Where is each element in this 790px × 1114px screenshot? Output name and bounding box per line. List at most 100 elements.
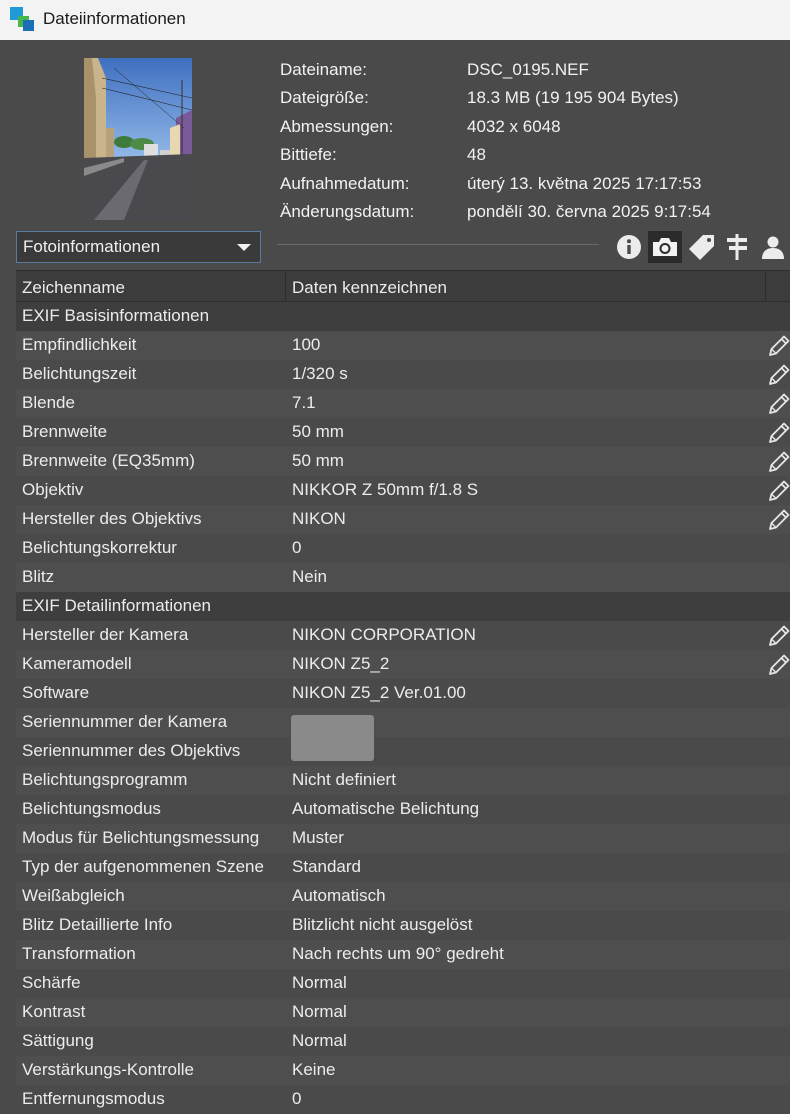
table-row[interactable]: Entfernungsmodus 0 bbox=[16, 1085, 790, 1114]
column-header-name[interactable]: Zeichenname bbox=[22, 278, 125, 298]
property-value: Standard bbox=[292, 857, 361, 876]
property-name: Blitz bbox=[22, 567, 55, 586]
property-value: Automatisch bbox=[292, 886, 386, 905]
chevron-down-icon bbox=[237, 244, 251, 251]
title-bar: Dateiinformationen bbox=[0, 0, 790, 40]
property-value: 50 mm bbox=[292, 422, 344, 441]
property-value: Nach rechts um 90° gedreht bbox=[292, 944, 504, 963]
table-row[interactable]: Belichtungszeit 1/320 s bbox=[16, 360, 790, 389]
property-name: Software bbox=[22, 683, 90, 702]
redacted-serial-numbers bbox=[291, 715, 374, 761]
tag-icon[interactable] bbox=[685, 231, 719, 263]
bitdepth-value: 48 bbox=[467, 145, 486, 164]
table-row[interactable]: Blitz Detaillierte Info Blitzlicht nicht … bbox=[16, 911, 790, 940]
table-row[interactable]: Modus für Belichtungsmessung Muster bbox=[16, 824, 790, 853]
pencil-icon[interactable] bbox=[766, 623, 790, 649]
property-value: Normal bbox=[292, 1002, 347, 1021]
property-name: Belichtungskorrektur bbox=[22, 538, 177, 557]
section-title: EXIF Detailinformationen bbox=[22, 596, 211, 615]
property-name: Hersteller des Objektivs bbox=[22, 509, 202, 528]
signpost-icon[interactable] bbox=[720, 231, 754, 263]
table-row[interactable]: Hersteller der Kamera NIKON CORPORATION bbox=[16, 621, 790, 650]
dimensions-label: Abmessungen: bbox=[280, 117, 394, 136]
info-icon[interactable] bbox=[612, 231, 646, 263]
dimensions-value: 4032 x 6048 bbox=[467, 117, 561, 136]
property-value: 100 bbox=[292, 335, 321, 354]
property-value: Nicht definiert bbox=[292, 770, 396, 789]
section-title: EXIF Basisinformationen bbox=[22, 306, 210, 325]
table-row[interactable]: Brennweite 50 mm bbox=[16, 418, 790, 447]
pencil-icon[interactable] bbox=[766, 478, 790, 504]
property-name: Kontrast bbox=[22, 1002, 86, 1021]
column-header-value[interactable]: Daten kennzeichnen bbox=[292, 278, 447, 298]
table-row[interactable]: Transformation Nach rechts um 90° gedreht bbox=[16, 940, 790, 969]
table-row[interactable]: Brennweite (EQ35mm) 50 mm bbox=[16, 447, 790, 476]
table-row[interactable]: Software NIKON Z5_2 Ver.01.00 bbox=[16, 679, 790, 708]
property-value: NIKON Z5_2 Ver.01.00 bbox=[292, 683, 466, 702]
property-value: Nein bbox=[292, 567, 327, 586]
capture-date-value: úterý 13. května 2025 17:17:53 bbox=[467, 174, 702, 193]
property-value: 0 bbox=[292, 538, 302, 557]
property-name: Blitz Detaillierte Info bbox=[22, 915, 173, 934]
property-value: 7.1 bbox=[292, 393, 316, 412]
property-value: Automatische Belichtung bbox=[292, 799, 480, 818]
property-value: 50 mm bbox=[292, 451, 344, 470]
table-row[interactable]: Seriennummer des Objektivs bbox=[16, 737, 790, 766]
camera-icon[interactable] bbox=[648, 231, 682, 263]
property-name: Modus für Belichtungsmessung bbox=[22, 828, 260, 847]
property-value: NIKON CORPORATION bbox=[292, 625, 476, 644]
table-row[interactable]: Typ der aufgenommenen Szene Standard bbox=[16, 853, 790, 882]
property-name: Kameramodell bbox=[22, 654, 132, 673]
table-row[interactable]: Belichtungskorrektur 0 bbox=[16, 534, 790, 563]
person-icon[interactable] bbox=[756, 231, 790, 263]
property-name: Sättigung bbox=[22, 1031, 94, 1050]
property-name: Seriennummer des Objektivs bbox=[22, 741, 241, 760]
table-row[interactable]: Sättigung Normal bbox=[16, 1027, 790, 1056]
table-row[interactable]: Kameramodell NIKON Z5_2 bbox=[16, 650, 790, 679]
property-name: Objektiv bbox=[22, 480, 84, 499]
property-value: 0 bbox=[292, 1089, 302, 1108]
property-name: Blende bbox=[22, 393, 75, 412]
pencil-icon[interactable] bbox=[766, 420, 790, 446]
property-value: Blitzlicht nicht ausgelöst bbox=[292, 915, 473, 934]
property-name: Seriennummer der Kamera bbox=[22, 712, 228, 731]
modified-date-value: pondělí 30. června 2025 9:17:54 bbox=[467, 202, 711, 221]
pencil-icon[interactable] bbox=[766, 333, 790, 359]
pencil-icon[interactable] bbox=[766, 391, 790, 417]
section-header: EXIF Detailinformationen bbox=[16, 592, 790, 621]
table-row[interactable]: Seriennummer der Kamera bbox=[16, 708, 790, 737]
table-row[interactable]: Blitz Nein bbox=[16, 563, 790, 592]
dropdown-selected-value: Fotoinformationen bbox=[23, 237, 161, 256]
photo-thumbnail bbox=[84, 58, 192, 220]
table-row[interactable]: Belichtungsprogramm Nicht definiert bbox=[16, 766, 790, 795]
table-row[interactable]: Belichtungsmodus Automatische Belichtung bbox=[16, 795, 790, 824]
pencil-icon[interactable] bbox=[766, 652, 790, 678]
app-logo-icon bbox=[10, 7, 36, 33]
table-row[interactable]: Verstärkungs-Kontrolle Keine bbox=[16, 1056, 790, 1085]
info-category-dropdown[interactable]: Fotoinformationen bbox=[16, 231, 261, 263]
bitdepth-label: Bittiefe: bbox=[280, 145, 337, 164]
property-value: Muster bbox=[292, 828, 344, 847]
pencil-icon[interactable] bbox=[766, 507, 790, 533]
pencil-icon[interactable] bbox=[766, 362, 790, 388]
pencil-icon[interactable] bbox=[766, 449, 790, 475]
property-name: Empfindlichkeit bbox=[22, 335, 137, 354]
property-name: Belichtungsmodus bbox=[22, 799, 161, 818]
table-row[interactable]: Kontrast Normal bbox=[16, 998, 790, 1027]
section-header: EXIF Basisinformationen bbox=[16, 302, 790, 331]
property-name: Belichtungsprogramm bbox=[22, 770, 188, 789]
window-title: Dateiinformationen bbox=[43, 9, 186, 28]
property-value: NIKKOR Z 50mm f/1.8 S bbox=[292, 480, 479, 499]
property-name: Entfernungsmodus bbox=[22, 1089, 165, 1108]
table-row[interactable]: Weißabgleich Automatisch bbox=[16, 882, 790, 911]
property-value: Keine bbox=[292, 1060, 336, 1079]
property-name: Brennweite bbox=[22, 422, 108, 441]
property-name: Verstärkungs-Kontrolle bbox=[22, 1060, 194, 1079]
table-row[interactable]: Objektiv NIKKOR Z 50mm f/1.8 S bbox=[16, 476, 790, 505]
table-row[interactable]: Hersteller des Objektivs NIKON bbox=[16, 505, 790, 534]
table-row[interactable]: Schärfe Normal bbox=[16, 969, 790, 998]
property-name: Typ der aufgenommenen Szene bbox=[22, 857, 264, 876]
table-row[interactable]: Empfindlichkeit 100 bbox=[16, 331, 790, 360]
table-row[interactable]: Blende 7.1 bbox=[16, 389, 790, 418]
filesize-value: 18.3 MB (19 195 904 Bytes) bbox=[467, 88, 679, 107]
